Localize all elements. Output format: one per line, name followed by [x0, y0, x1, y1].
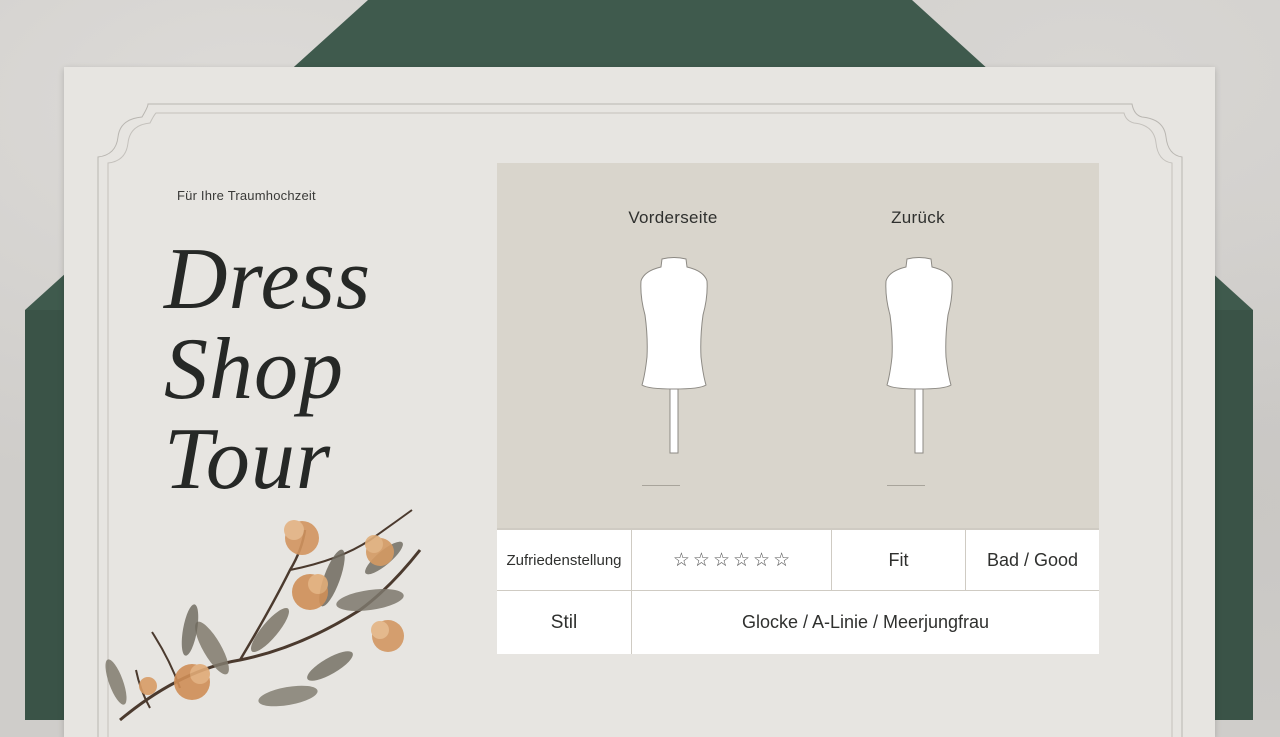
fit-value[interactable]: Bad / Good — [966, 528, 1099, 591]
title-line-2: Shop — [164, 321, 344, 418]
tagline: Für Ihre Traumhochzeit — [177, 188, 316, 203]
mannequin-back-icon — [885, 257, 953, 454]
style-value[interactable]: Glocke / A-Linie / Meerjungfrau — [632, 591, 1099, 654]
star-rating[interactable]: ☆ ☆ ☆ ☆ ☆ ☆ — [632, 528, 832, 591]
dress-sketch-panel: Vorderseite Zurück — [497, 163, 1099, 528]
fit-label: Fit — [832, 528, 966, 591]
mannequin-front-icon — [640, 257, 708, 454]
title-line-1: Dress — [164, 231, 372, 328]
star-icon[interactable]: ☆ — [693, 550, 710, 570]
rating-table: Zufriedenstellung ☆ ☆ ☆ ☆ ☆ ☆ Fit Bad / Good … — [497, 528, 1099, 654]
front-view-label: Vorderseite — [628, 208, 718, 227]
front-base-line — [642, 485, 680, 486]
star-icon[interactable]: ☆ — [673, 550, 690, 570]
star-icon[interactable]: ☆ — [733, 550, 750, 570]
back-view-label: Zurück — [891, 208, 945, 227]
satisfaction-label: Zufriedenstellung — [497, 528, 632, 591]
star-icon[interactable]: ☆ — [753, 550, 770, 570]
back-base-line — [887, 485, 925, 486]
star-icon[interactable]: ☆ — [713, 550, 730, 570]
star-icon[interactable]: ☆ — [773, 550, 790, 570]
style-label: Stil — [497, 591, 632, 654]
floral-illustration — [40, 460, 422, 722]
